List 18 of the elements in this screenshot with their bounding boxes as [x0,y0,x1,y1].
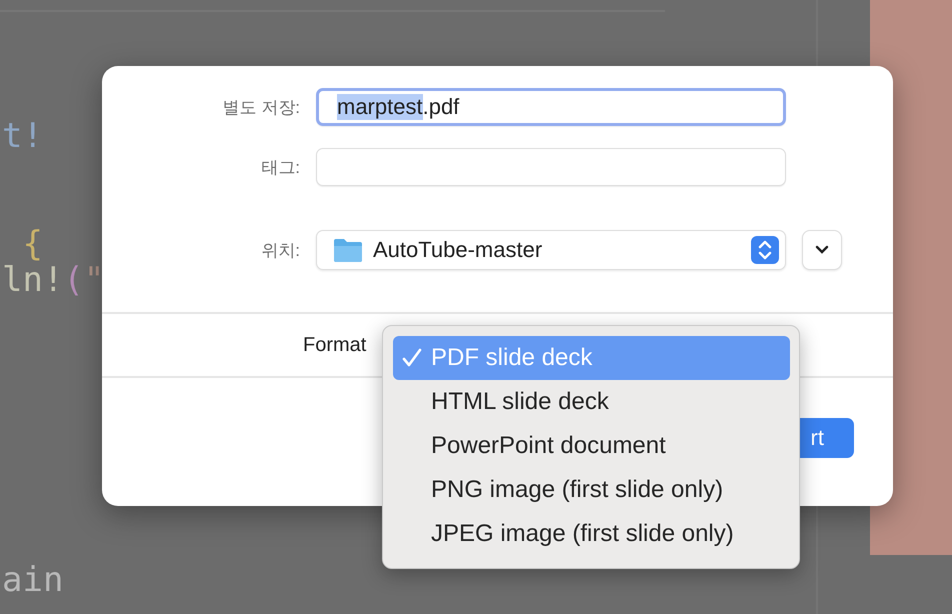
expand-button[interactable] [802,230,842,270]
field-label: 태그: [261,156,300,178]
code-token: ( [63,260,84,300]
field-label: 별도 저장: [222,96,300,118]
tags-field[interactable] [316,148,786,186]
checkmark-icon [401,347,423,369]
menu-item[interactable]: PNG image (first slide only) [393,468,790,512]
filename-field[interactable]: marptest.pdf [316,88,786,126]
stepper-icon [751,236,779,264]
folder-icon [333,237,363,263]
location-popup[interactable]: AutoTube-master [316,230,786,270]
field-label: 위치: [261,240,300,262]
code-token: " [84,260,104,300]
code-token: ain [2,560,64,600]
format-label: Format [303,334,366,356]
menu-item[interactable]: JPEG image (first slide only) [393,512,790,556]
chevron-down-icon [815,245,829,255]
code-token: t! [2,116,43,156]
